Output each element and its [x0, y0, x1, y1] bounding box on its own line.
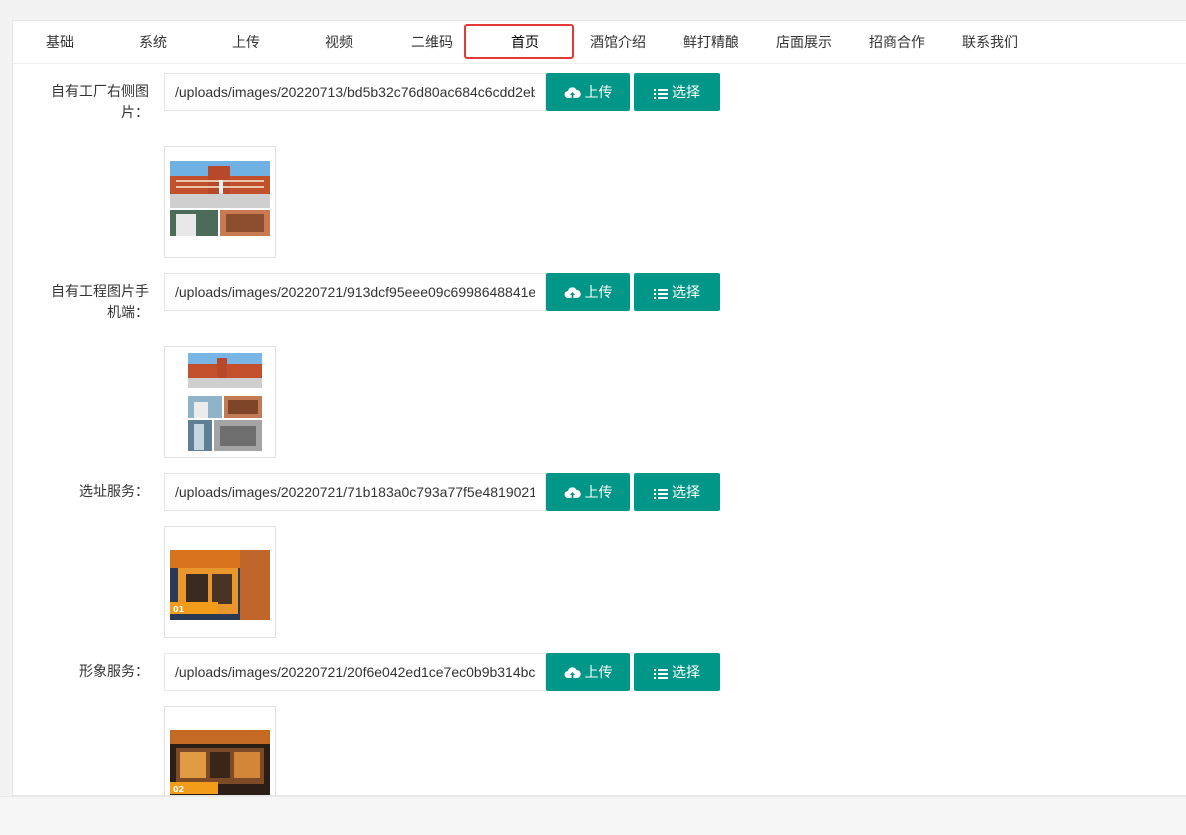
image-preview: 02 — [164, 706, 276, 795]
label-line: 选址服务： — [79, 483, 149, 499]
image-path-input[interactable] — [164, 273, 546, 311]
cloud-upload-icon — [564, 667, 581, 678]
image-path-input[interactable] — [164, 473, 546, 511]
field-label: 自有工程图片手 机端： — [35, 281, 149, 323]
upload-button[interactable]: 上传 — [546, 73, 630, 111]
tab-franchise[interactable]: 招商合作 — [850, 21, 944, 63]
settings-panel: 基础 系统 上传 视频 二维码 首页 酒馆介绍 鲜打精酿 店面展示 招商合作 联… — [12, 20, 1186, 796]
select-button[interactable]: 选择 — [634, 653, 720, 691]
label-line: 自有工厂右侧图 — [51, 83, 149, 99]
cloud-upload-icon — [564, 287, 581, 298]
select-label: 选择 — [672, 484, 700, 500]
label-line: 自有工程图片手 — [51, 283, 149, 299]
label-line: 片： — [121, 104, 149, 120]
tab-contact[interactable]: 联系我们 — [943, 21, 1037, 63]
bottom-bar — [0, 796, 1186, 835]
storefront-night-photo: 02 — [170, 712, 270, 795]
upload-label: 上传 — [584, 84, 613, 100]
upload-button[interactable]: 上传 — [546, 653, 630, 691]
field-label: 自有工厂右侧图 片： — [35, 81, 149, 123]
label-line: 机端： — [107, 304, 149, 320]
list-icon — [654, 489, 668, 499]
field-label: 形象服务： — [35, 661, 149, 682]
thumb-number: 02 — [173, 785, 184, 794]
select-button[interactable]: 选择 — [634, 73, 720, 111]
upload-button[interactable]: 上传 — [546, 473, 630, 511]
cloud-upload-icon — [564, 87, 581, 98]
select-button[interactable]: 选择 — [634, 273, 720, 311]
field-label: 选址服务： — [35, 481, 149, 502]
image-preview — [164, 346, 276, 458]
factory-photo — [170, 161, 270, 252]
tab-video[interactable]: 视频 — [292, 21, 386, 63]
list-icon — [654, 89, 668, 99]
label-line: 形象服务： — [79, 663, 149, 679]
list-icon — [654, 669, 668, 679]
upload-button[interactable]: 上传 — [546, 273, 630, 311]
image-preview: 01 — [164, 526, 276, 638]
tab-qrcode[interactable]: 二维码 — [385, 21, 479, 63]
tab-store-display[interactable]: 店面展示 — [757, 21, 851, 63]
select-button[interactable]: 选择 — [634, 473, 720, 511]
storefront-photo: 01 — [170, 532, 270, 632]
tab-craft-beer[interactable]: 鲜打精酿 — [664, 21, 758, 63]
tab-tavern-intro[interactable]: 酒馆介绍 — [571, 21, 665, 63]
upload-label: 上传 — [584, 484, 613, 500]
select-label: 选择 — [672, 664, 700, 680]
tab-system[interactable]: 系统 — [106, 21, 200, 63]
cloud-upload-icon — [564, 487, 581, 498]
select-label: 选择 — [672, 284, 700, 300]
list-icon — [654, 289, 668, 299]
select-label: 选择 — [672, 84, 700, 100]
tab-bar: 基础 系统 上传 视频 二维码 首页 酒馆介绍 鲜打精酿 店面展示 招商合作 联… — [13, 21, 1186, 64]
tab-basic[interactable]: 基础 — [13, 21, 107, 63]
image-path-input[interactable] — [164, 653, 546, 691]
thumb-number: 01 — [173, 605, 185, 614]
tab-home[interactable]: 首页 — [478, 21, 572, 63]
image-preview — [164, 146, 276, 258]
tab-upload[interactable]: 上传 — [199, 21, 293, 63]
image-path-input[interactable] — [164, 73, 546, 111]
upload-label: 上传 — [584, 284, 613, 300]
factory-mobile-photo — [170, 352, 270, 452]
upload-label: 上传 — [584, 664, 613, 680]
